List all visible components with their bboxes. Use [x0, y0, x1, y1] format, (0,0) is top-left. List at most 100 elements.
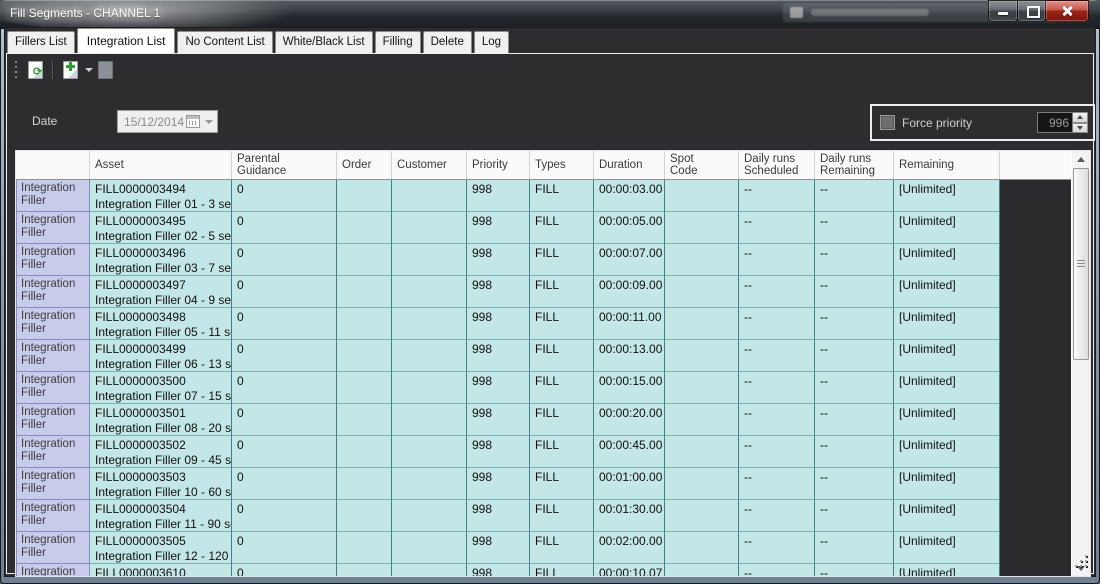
cell-order[interactable]: [337, 468, 392, 500]
vertical-scrollbar[interactable]: [1071, 151, 1090, 576]
column-header-types[interactable]: Types: [530, 151, 594, 179]
cell-daily-remaining[interactable]: --: [815, 404, 894, 436]
spinner-up-button[interactable]: [1073, 112, 1088, 123]
column-header-priority[interactable]: Priority: [467, 151, 530, 179]
row-header-cell[interactable]: Integration Filler: [16, 564, 90, 576]
table-row[interactable]: Integration Filler FILL0000003505 Integrat…: [16, 532, 1072, 564]
cell-duration[interactable]: 00:00:20.00: [594, 404, 665, 436]
cell-daily-remaining[interactable]: --: [815, 468, 894, 500]
cell-asset[interactable]: FILL0000003501 Integration Filler 08 - 20…: [90, 404, 232, 436]
cell-types[interactable]: FILL: [530, 564, 594, 576]
resize-grip[interactable]: [1073, 553, 1087, 567]
row-header-cell[interactable]: Integration Filler: [16, 340, 90, 372]
cell-types[interactable]: FILL: [530, 436, 594, 468]
table-row[interactable]: Integration Filler FILL0000003500 Integrat…: [16, 372, 1072, 404]
row-header-cell[interactable]: Integration Filler: [16, 308, 90, 340]
row-header-cell[interactable]: Integration Filler: [16, 532, 90, 564]
table-row[interactable]: Integration Filler FILL0000003494 Integrat…: [16, 180, 1072, 212]
tab-white-black-list[interactable]: White/Black List: [274, 31, 373, 53]
cell-remaining[interactable]: [Unlimited]: [894, 244, 1000, 276]
table-row[interactable]: Integration Filler FILL0000003498 Integrat…: [16, 308, 1072, 340]
cell-remaining[interactable]: [Unlimited]: [894, 500, 1000, 532]
cell-daily-scheduled[interactable]: --: [739, 308, 815, 340]
cell-customer[interactable]: [392, 212, 467, 244]
cell-duration[interactable]: 00:01:30.00: [594, 500, 665, 532]
cell-duration[interactable]: 00:01:00.00: [594, 468, 665, 500]
cell-remaining[interactable]: [Unlimited]: [894, 180, 1000, 212]
cell-duration[interactable]: 00:00:11.00: [594, 308, 665, 340]
cell-priority[interactable]: 998: [467, 436, 530, 468]
cell-spot-code[interactable]: [665, 372, 739, 404]
cell-duration[interactable]: 00:02:00.00: [594, 532, 665, 564]
row-header-cell[interactable]: Integration Filler: [16, 180, 90, 212]
cell-order[interactable]: [337, 308, 392, 340]
cell-asset[interactable]: FILL0000003498 Integration Filler 05 - 11…: [90, 308, 232, 340]
cell-duration[interactable]: 00:00:15.00: [594, 372, 665, 404]
cell-customer[interactable]: [392, 468, 467, 500]
cell-asset[interactable]: FILL0000003503 Integration Filler 10 - 60…: [90, 468, 232, 500]
cell-parental[interactable]: 0: [232, 468, 337, 500]
cell-order[interactable]: [337, 180, 392, 212]
cell-spot-code[interactable]: [665, 404, 739, 436]
cell-daily-remaining[interactable]: --: [815, 340, 894, 372]
cell-asset[interactable]: FILL0000003505 Integration Filler 12 - 12…: [90, 532, 232, 564]
cell-customer[interactable]: [392, 372, 467, 404]
cell-customer[interactable]: [392, 532, 467, 564]
cell-spot-code[interactable]: [665, 180, 739, 212]
cell-daily-scheduled[interactable]: --: [739, 340, 815, 372]
tab-delete[interactable]: Delete: [422, 31, 472, 53]
cell-priority[interactable]: 998: [467, 404, 530, 436]
cell-daily-scheduled[interactable]: --: [739, 500, 815, 532]
new-item-dropdown-arrow-icon[interactable]: [85, 68, 93, 72]
cell-spot-code[interactable]: [665, 564, 739, 576]
cell-priority[interactable]: 998: [467, 180, 530, 212]
scrollbar-thumb[interactable]: [1073, 168, 1089, 360]
cell-customer[interactable]: [392, 180, 467, 212]
cell-spot-code[interactable]: [665, 276, 739, 308]
cell-daily-scheduled[interactable]: --: [739, 276, 815, 308]
cell-priority[interactable]: 998: [467, 532, 530, 564]
tab-filling[interactable]: Filling: [374, 31, 421, 53]
scrollbar-up-button[interactable]: [1072, 151, 1090, 167]
cell-parental[interactable]: 0: [232, 212, 337, 244]
cell-customer[interactable]: [392, 308, 467, 340]
cell-duration[interactable]: 00:00:05.00: [594, 212, 665, 244]
delete-item-button[interactable]: [94, 60, 117, 81]
cell-asset[interactable]: FILL0000003496 Integration Filler 03 - 7 …: [90, 244, 232, 276]
maximize-button[interactable]: [1017, 0, 1046, 22]
cell-spot-code[interactable]: [665, 212, 739, 244]
cell-daily-remaining[interactable]: --: [815, 244, 894, 276]
cell-remaining[interactable]: [Unlimited]: [894, 436, 1000, 468]
cell-remaining[interactable]: [Unlimited]: [894, 564, 1000, 576]
cell-asset[interactable]: FILL0000003499 Integration Filler 06 - 13…: [90, 340, 232, 372]
column-header-daily_remaining[interactable]: Daily runs Remaining: [815, 151, 894, 179]
tab-no-content-list[interactable]: No Content List: [177, 31, 273, 53]
cell-duration[interactable]: 00:00:03.00: [594, 180, 665, 212]
cell-remaining[interactable]: [Unlimited]: [894, 372, 1000, 404]
calendar-icon[interactable]: [186, 115, 200, 128]
cell-daily-remaining[interactable]: --: [815, 276, 894, 308]
table-row[interactable]: Integration Filler FILL0000003504 Integrat…: [16, 500, 1072, 532]
cell-spot-code[interactable]: [665, 532, 739, 564]
column-header-customer[interactable]: Customer: [392, 151, 467, 179]
cell-asset[interactable]: FILL0000003504 Integration Filler 11 - 90…: [90, 500, 232, 532]
cell-asset[interactable]: FILL0000003610: [90, 564, 232, 576]
cell-spot-code[interactable]: [665, 340, 739, 372]
cell-asset[interactable]: FILL0000003497 Integration Filler 04 - 9 …: [90, 276, 232, 308]
cell-duration[interactable]: 00:00:45.00: [594, 436, 665, 468]
minimize-button[interactable]: [988, 0, 1018, 22]
column-header-remaining[interactable]: Remaining: [894, 151, 1000, 179]
cell-daily-remaining[interactable]: --: [815, 180, 894, 212]
date-dropdown-arrow-icon[interactable]: [205, 119, 213, 124]
cell-spot-code[interactable]: [665, 500, 739, 532]
cell-daily-scheduled[interactable]: --: [739, 244, 815, 276]
cell-daily-remaining[interactable]: --: [815, 532, 894, 564]
cell-customer[interactable]: [392, 564, 467, 576]
close-button[interactable]: [1045, 0, 1089, 22]
cell-daily-scheduled[interactable]: --: [739, 180, 815, 212]
cell-spot-code[interactable]: [665, 244, 739, 276]
table-row[interactable]: Integration Filler FILL0000003496 Integrat…: [16, 244, 1072, 276]
cell-daily-scheduled[interactable]: --: [739, 532, 815, 564]
cell-priority[interactable]: 998: [467, 308, 530, 340]
cell-priority[interactable]: 998: [467, 212, 530, 244]
